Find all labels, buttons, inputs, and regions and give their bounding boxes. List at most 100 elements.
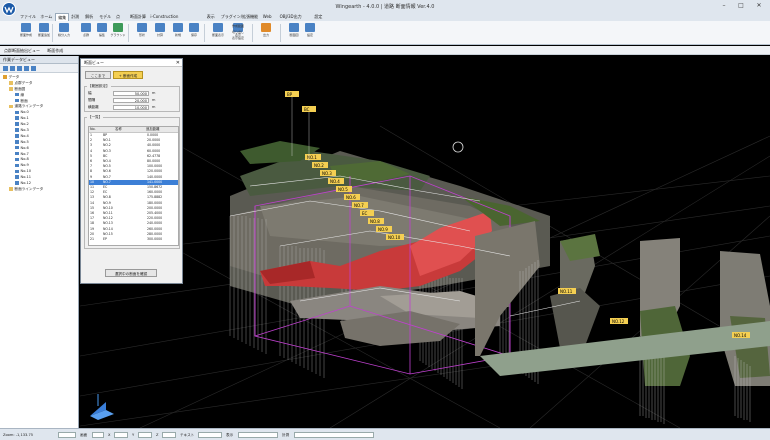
ribbon-button-8[interactable]: 新規 <box>170 23 186 43</box>
down-icon[interactable] <box>24 66 29 71</box>
label-no2: NO.2 <box>314 163 324 168</box>
ribbon-tab-2[interactable]: 編集 <box>55 13 70 21</box>
folder-icon[interactable] <box>9 187 13 191</box>
status-field-y[interactable] <box>138 432 152 438</box>
status-field-text[interactable] <box>198 432 222 438</box>
checkbox-icon[interactable] <box>15 110 19 115</box>
column-header-name[interactable]: 名称 <box>101 127 134 133</box>
checkbox-icon[interactable] <box>15 145 19 150</box>
ribbon-tab-9[interactable]: 表示 <box>205 13 217 21</box>
status-field-1[interactable] <box>58 432 76 438</box>
ribbon-button-3[interactable]: 点群 <box>78 23 94 43</box>
checkbox-icon[interactable] <box>15 92 19 97</box>
status-field-display[interactable] <box>238 432 278 438</box>
ribbon-button-1[interactable]: 断面追加 <box>36 23 52 43</box>
ribbon-button-13-icon <box>289 23 299 32</box>
checkbox-icon[interactable] <box>15 98 19 103</box>
checkbox-icon[interactable] <box>15 134 19 138</box>
create-section-button[interactable]: + 断面作成 <box>113 71 143 79</box>
ribbon-button-9[interactable]: 保存 <box>186 23 202 43</box>
tree-item[interactable]: 断面ラインデータ <box>0 187 78 193</box>
dialog-close-icon[interactable]: ✕ <box>176 59 180 67</box>
ribbon-tab-4[interactable]: 解析 <box>83 13 95 21</box>
checkbox-icon[interactable] <box>15 140 19 144</box>
status-field-z[interactable] <box>162 432 176 438</box>
ribbon-button-label: 計算 <box>156 33 163 37</box>
param-input[interactable]: 50.000 <box>113 90 149 96</box>
section-list-group: 【一覧】 No. 名称 追加距離 1 BP 0.0000 2 NO.1 20.0000 3 N… <box>84 115 180 249</box>
checkbox-icon[interactable] <box>15 128 19 132</box>
ribbon-button-label: 線分入力 <box>57 33 70 37</box>
checkbox-icon[interactable] <box>15 116 19 120</box>
ribbon-button-label: 保存 <box>190 33 197 37</box>
check-selected-section-button[interactable]: 選択中の断面を確認 <box>105 269 157 277</box>
ribbon-tab-12[interactable]: OBJ/3D出力 <box>278 13 304 21</box>
tree-item-label: No.12 <box>20 181 32 186</box>
param-input[interactable]: 10.000 <box>113 104 149 110</box>
status-field-measure[interactable] <box>294 432 374 438</box>
checkbox-icon[interactable] <box>15 122 19 126</box>
ribbon-tab-10[interactable]: プラグイン/拡張機能 <box>219 13 260 21</box>
label-bc: BC <box>304 107 310 112</box>
ribbon-tab-0[interactable]: ファイル <box>18 13 38 21</box>
breadcrumb-item-create[interactable]: 断面作成 <box>47 48 63 53</box>
table-row[interactable]: 21 EP 300.0000 <box>89 237 178 242</box>
checkbox-icon[interactable] <box>15 157 19 162</box>
ribbon-small-option-0[interactable]: 作成範囲 <box>232 24 244 28</box>
ribbon-button-0[interactable]: 断面作成 <box>18 23 34 43</box>
folder-icon[interactable] <box>3 75 7 79</box>
ribbon-button-14[interactable]: 設定 <box>302 23 318 43</box>
tree-item-label: No.2 <box>20 122 29 127</box>
tree-item-label: No.6 <box>20 145 29 150</box>
status-field-2[interactable] <box>92 432 104 438</box>
checkbox-icon[interactable] <box>15 169 19 173</box>
checkbox-icon[interactable] <box>15 163 19 168</box>
breadcrumb-item-view[interactable]: 点群断面抽出ビュー <box>4 48 40 53</box>
ribbon-tab-13[interactable]: 設定 <box>312 13 324 21</box>
ribbon-tab-1[interactable]: ホーム <box>38 13 54 21</box>
checkbox-icon[interactable] <box>15 175 19 179</box>
breadcrumb: 点群断面抽出ビュー 断面作成 <box>0 46 770 55</box>
ribbon-small-option-1[interactable]: 切り出し <box>232 30 244 34</box>
ribbon-button-2[interactable]: 線分入力 <box>56 23 72 43</box>
ribbon-button-12[interactable]: 出力 <box>258 23 274 43</box>
checkbox-icon[interactable] <box>15 151 19 156</box>
ribbon-button-13[interactable]: 断面図 <box>286 23 302 43</box>
dialog-title: 断面ビュー <box>84 60 104 65</box>
ribbon-button-1-icon <box>39 23 49 32</box>
ribbon-tab-8[interactable]: i-Construction <box>148 13 180 21</box>
ribbon-button-6[interactable]: 形状 <box>134 23 150 43</box>
ribbon-button-4[interactable]: 編集 <box>94 23 110 43</box>
param-input[interactable]: 20.000 <box>113 97 149 103</box>
range-settings-label: 【範囲設定】 <box>87 84 111 89</box>
ribbon-button-7[interactable]: 計算 <box>152 23 168 43</box>
column-header-distance[interactable]: 追加距離 <box>134 127 178 133</box>
ribbon-tab-5[interactable]: モデル <box>97 13 113 21</box>
close-button[interactable]: ✕ <box>751 1 767 11</box>
ribbon-tab-7[interactable]: 断面計算 <box>128 13 148 21</box>
zoom-readout: Zoom: -1,133.75 <box>3 433 34 437</box>
folder-icon[interactable] <box>9 87 13 91</box>
ribbon-tab-11[interactable]: Web <box>261 13 274 21</box>
folder-icon[interactable] <box>9 81 13 85</box>
column-header-no[interactable]: No. <box>89 127 101 133</box>
ribbon-small-option-2[interactable]: 表示設定 <box>232 36 244 40</box>
folder-icon[interactable] <box>9 104 13 109</box>
maximize-button[interactable]: □ <box>733 1 749 11</box>
status-field-x[interactable] <box>114 432 128 438</box>
settings-icon[interactable] <box>31 66 36 71</box>
ribbon-button-5[interactable]: グラウンド <box>110 23 126 43</box>
ribbon-tab-3[interactable]: 計測 <box>69 13 81 21</box>
section-table[interactable]: No. 名称 追加距離 1 BP 0.0000 2 NO.1 20.0000 3 NO.2 40… <box>88 126 179 246</box>
3d-viewport[interactable]: BP BC NO.1 NO.2 NO.3 NO.4 NO.5 NO.6 NO.7… <box>80 56 770 428</box>
up-icon[interactable] <box>17 66 22 71</box>
table-cell-name: EP <box>103 237 107 241</box>
add-icon[interactable] <box>3 66 8 71</box>
checkbox-icon[interactable] <box>15 181 19 185</box>
until-here-button[interactable]: ここまで <box>85 71 111 79</box>
ribbon-button-10[interactable]: 断面表示 <box>210 23 226 43</box>
point-cloud-scene[interactable]: BP BC NO.1 NO.2 NO.3 NO.4 NO.5 NO.6 NO.7… <box>80 56 770 428</box>
minimize-button[interactable]: – <box>716 1 732 11</box>
delete-icon[interactable] <box>10 66 15 71</box>
ribbon-tab-6[interactable]: 点 <box>114 13 122 21</box>
